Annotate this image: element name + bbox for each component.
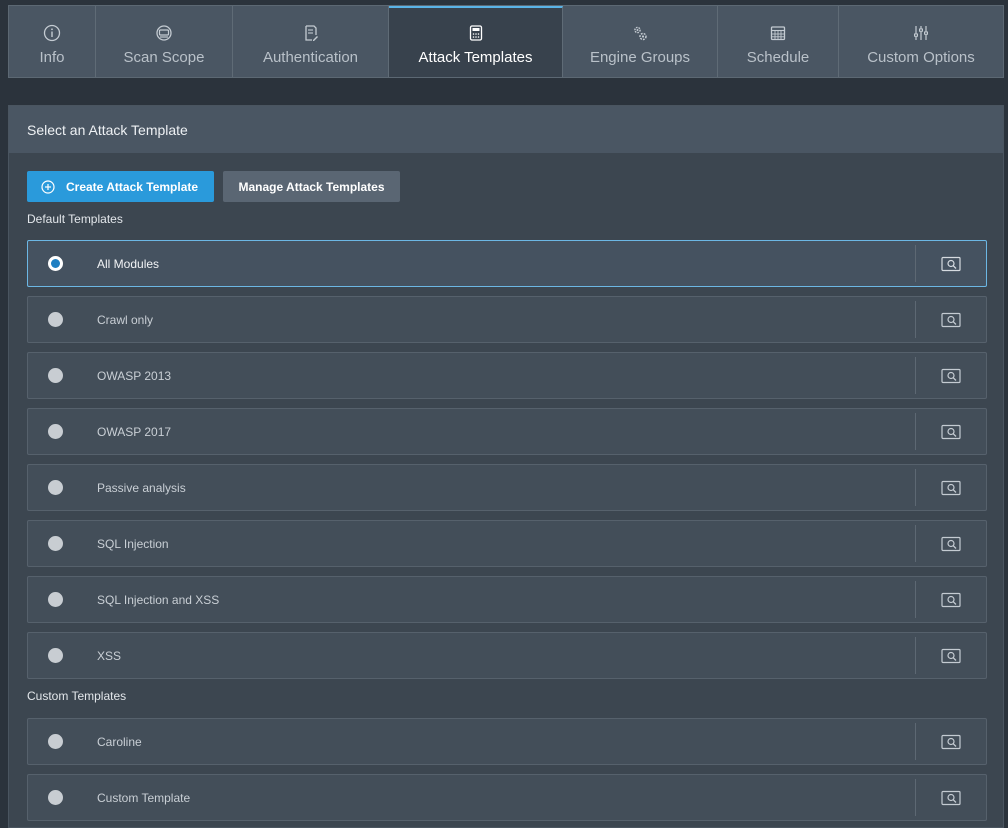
- tab-info[interactable]: Info: [9, 6, 96, 77]
- manage-button-label: Manage Attack Templates: [238, 179, 385, 194]
- template-row-xss[interactable]: XSS: [27, 632, 987, 679]
- view-template-icon[interactable]: [916, 241, 986, 286]
- template-label: SQL Injection: [97, 536, 169, 551]
- tab-schedule[interactable]: Schedule: [718, 6, 839, 77]
- scope-icon: [155, 24, 173, 42]
- template-label: OWASP 2013: [97, 368, 172, 383]
- view-template-icon[interactable]: [916, 577, 986, 622]
- template-row-sql-injection-and-xss[interactable]: SQL Injection and XSS: [27, 576, 987, 623]
- sliders-icon: [912, 24, 930, 42]
- view-template-icon[interactable]: [916, 353, 986, 398]
- tab-engine-groups[interactable]: Engine Groups: [563, 6, 718, 77]
- radio-button[interactable]: [48, 312, 63, 327]
- create-attack-template-button[interactable]: Create Attack Template: [27, 171, 214, 202]
- tab-label: Attack Templates: [418, 49, 533, 66]
- document-edit-icon: [302, 24, 320, 42]
- template-label: All Modules: [97, 256, 160, 271]
- tab-attack-templates[interactable]: Attack Templates: [389, 6, 563, 77]
- view-template-icon[interactable]: [916, 297, 986, 342]
- radio-button[interactable]: [48, 536, 63, 551]
- tab-custom-options[interactable]: Custom Options: [839, 6, 1003, 77]
- template-label: Custom Template: [97, 790, 191, 805]
- template-label: Caroline: [97, 734, 142, 749]
- radio-button[interactable]: [48, 648, 63, 663]
- tab-label: Schedule: [746, 49, 810, 66]
- template-label: Passive analysis: [97, 480, 186, 495]
- manage-attack-templates-button[interactable]: Manage Attack Templates: [223, 171, 400, 202]
- calculator-icon: [467, 24, 485, 42]
- calendar-icon: [769, 24, 787, 42]
- tab-label: Custom Options: [867, 49, 975, 66]
- radio-button[interactable]: [48, 256, 63, 271]
- tab-label: Info: [39, 49, 65, 66]
- scan-config-tabs: Info Scan Scope Authentication Attack Te…: [8, 5, 1004, 78]
- view-template-icon[interactable]: [916, 465, 986, 510]
- template-label: SQL Injection and XSS: [97, 592, 220, 607]
- template-row-sql-injection[interactable]: SQL Injection: [27, 520, 987, 567]
- radio-button[interactable]: [48, 480, 63, 495]
- template-row-custom-template[interactable]: Custom Template: [27, 774, 987, 821]
- template-label: OWASP 2017: [97, 424, 172, 439]
- tab-label: Engine Groups: [589, 49, 691, 66]
- gears-icon: [631, 24, 649, 42]
- attack-template-panel: Select an Attack Template Create Attack …: [8, 105, 1004, 828]
- tab-scan-scope[interactable]: Scan Scope: [96, 6, 233, 77]
- tab-label: Authentication: [262, 49, 359, 66]
- template-label: XSS: [97, 648, 122, 663]
- view-template-icon[interactable]: [916, 409, 986, 454]
- template-row-passive-analysis[interactable]: Passive analysis: [27, 464, 987, 511]
- view-template-icon[interactable]: [916, 719, 986, 764]
- template-row-all-modules[interactable]: All Modules: [27, 240, 987, 287]
- panel-title: Select an Attack Template: [9, 106, 1003, 153]
- tab-label: Scan Scope: [123, 49, 205, 66]
- radio-button[interactable]: [48, 790, 63, 805]
- template-label: Crawl only: [97, 312, 154, 327]
- default-templates-heading: Default Templates: [27, 212, 123, 226]
- view-template-icon[interactable]: [916, 633, 986, 678]
- radio-button[interactable]: [48, 734, 63, 749]
- template-row-owasp-2017[interactable]: OWASP 2017: [27, 408, 987, 455]
- view-template-icon[interactable]: [916, 775, 986, 820]
- custom-templates-heading: Custom Templates: [27, 689, 127, 703]
- template-row-caroline[interactable]: Caroline: [27, 718, 987, 765]
- template-row-owasp-2013[interactable]: OWASP 2013: [27, 352, 987, 399]
- radio-button[interactable]: [48, 592, 63, 607]
- template-row-crawl-only[interactable]: Crawl only: [27, 296, 987, 343]
- radio-button[interactable]: [48, 368, 63, 383]
- view-template-icon[interactable]: [916, 521, 986, 566]
- create-button-label: Create Attack Template: [66, 179, 199, 194]
- info-icon: [43, 24, 61, 42]
- tab-authentication[interactable]: Authentication: [233, 6, 389, 77]
- add-circle-icon: [41, 179, 55, 194]
- radio-button[interactable]: [48, 424, 63, 439]
